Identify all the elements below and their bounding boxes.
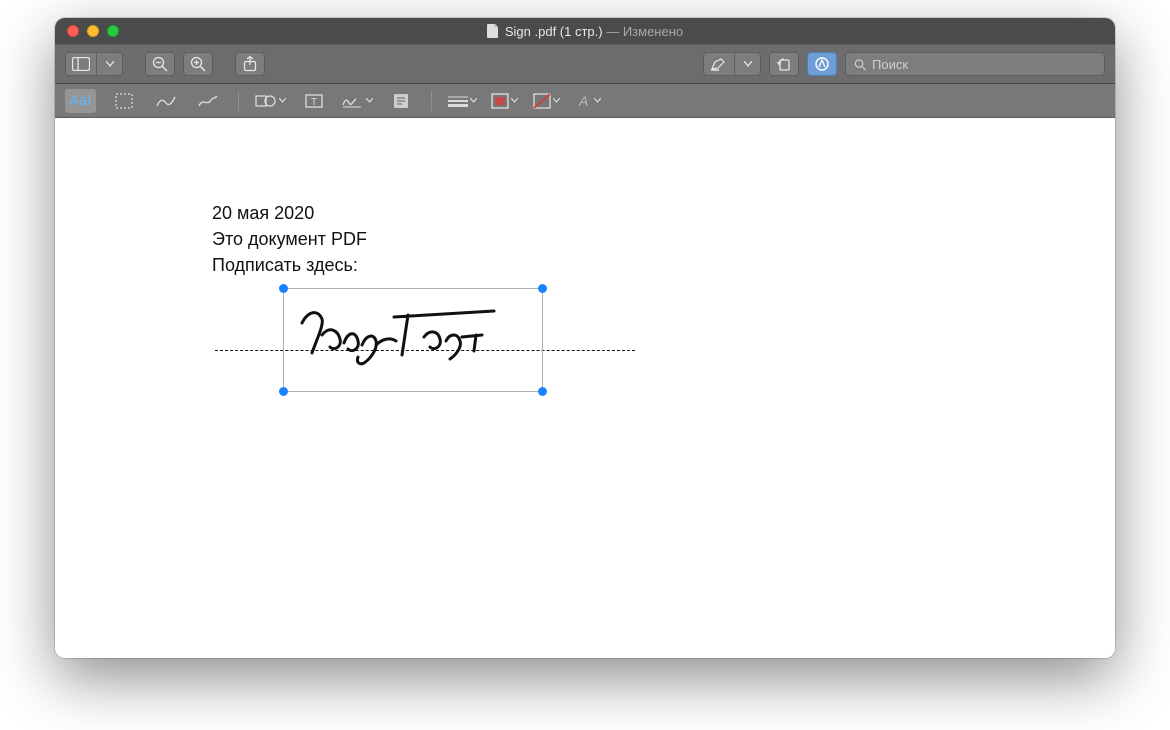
shapes-icon xyxy=(255,93,277,109)
chevron-down-icon xyxy=(470,98,477,103)
chevron-down-icon xyxy=(594,98,601,103)
sidebar-toggle-button[interactable] xyxy=(65,52,97,76)
border-color-tool[interactable] xyxy=(491,89,519,113)
fill-color-icon xyxy=(533,93,551,109)
close-button[interactable] xyxy=(67,25,79,37)
zoom-out-button[interactable] xyxy=(145,52,175,76)
titlebar: Sign .pdf (1 стр.) — Изменено xyxy=(55,18,1115,44)
doc-line-3: Подписать здесь: xyxy=(212,252,367,278)
sign-tool[interactable] xyxy=(342,89,373,113)
border-color-icon xyxy=(491,93,509,109)
chevron-down-icon xyxy=(744,61,752,67)
chevron-down-icon xyxy=(553,98,560,103)
title-main: Sign .pdf (1 стр.) xyxy=(505,24,603,39)
textbox-tool[interactable]: T xyxy=(300,89,328,113)
search-icon xyxy=(854,58,866,71)
line-style-icon xyxy=(448,95,468,107)
primary-toolbar xyxy=(55,44,1115,84)
sketch-tool[interactable] xyxy=(152,89,180,113)
rect-select-tool[interactable] xyxy=(110,89,138,113)
resize-handle-top-left[interactable] xyxy=(279,284,288,293)
markup-toolbar: AaI T xyxy=(55,84,1115,118)
signature-graphic xyxy=(294,301,534,373)
zoom-button[interactable] xyxy=(107,25,119,37)
title-suffix: — Изменено xyxy=(603,24,684,39)
signature-selection-box[interactable] xyxy=(283,288,543,392)
note-tool[interactable] xyxy=(387,89,415,113)
document-icon xyxy=(487,24,499,38)
chevron-down-icon xyxy=(511,98,518,103)
line-style-tool[interactable] xyxy=(448,89,477,113)
window-title: Sign .pdf (1 стр.) — Изменено xyxy=(55,24,1115,39)
resize-handle-top-right[interactable] xyxy=(538,284,547,293)
share-icon xyxy=(243,56,257,72)
minimize-button[interactable] xyxy=(87,25,99,37)
markup-icon xyxy=(814,56,830,72)
highlight-icon xyxy=(710,57,728,71)
zoom-in-icon xyxy=(190,56,206,72)
document-viewport[interactable]: 20 мая 2020 Это документ PDF Подписать з… xyxy=(55,118,1115,658)
text-style-tool[interactable]: A xyxy=(575,89,603,113)
zoom-out-icon xyxy=(152,56,168,72)
text-tool[interactable]: AaI xyxy=(65,89,96,113)
sketch-icon xyxy=(156,93,176,109)
chevron-down-icon xyxy=(279,98,286,103)
pdf-page: 20 мая 2020 Это документ PDF Подписать з… xyxy=(55,118,1115,658)
separator xyxy=(238,91,239,111)
markup-toggle-button[interactable] xyxy=(807,52,837,76)
highlight-dropdown-button[interactable] xyxy=(735,52,761,76)
draw-icon xyxy=(198,93,218,109)
sidebar-dropdown-button[interactable] xyxy=(97,52,123,76)
chevron-down-icon xyxy=(366,98,373,103)
zoom-in-button[interactable] xyxy=(183,52,213,76)
document-text-block: 20 мая 2020 Это документ PDF Подписать з… xyxy=(212,200,367,278)
resize-handle-bottom-right[interactable] xyxy=(538,387,547,396)
separator xyxy=(431,91,432,111)
text-tool-label: AaI xyxy=(69,92,92,109)
highlight-button[interactable] xyxy=(703,52,735,76)
share-button[interactable] xyxy=(235,52,265,76)
shapes-tool[interactable] xyxy=(255,89,286,113)
doc-line-2: Это документ PDF xyxy=(212,226,367,252)
textbox-icon: T xyxy=(305,93,323,109)
draw-tool[interactable] xyxy=(194,89,222,113)
rotate-button[interactable] xyxy=(769,52,799,76)
search-field[interactable] xyxy=(845,52,1105,76)
window-controls xyxy=(55,25,119,37)
svg-text:T: T xyxy=(310,97,316,108)
sign-icon xyxy=(342,93,364,109)
app-window: Sign .pdf (1 стр.) — Изменено xyxy=(55,18,1115,658)
doc-line-1: 20 мая 2020 xyxy=(212,200,367,226)
chevron-down-icon xyxy=(106,61,114,67)
note-icon xyxy=(393,93,409,109)
fill-color-tool[interactable] xyxy=(533,89,561,113)
selection-icon xyxy=(115,93,133,109)
text-style-icon: A xyxy=(576,93,592,109)
svg-text:A: A xyxy=(578,93,588,109)
rotate-icon xyxy=(776,57,792,71)
search-input[interactable] xyxy=(872,57,1096,72)
resize-handle-bottom-left[interactable] xyxy=(279,387,288,396)
